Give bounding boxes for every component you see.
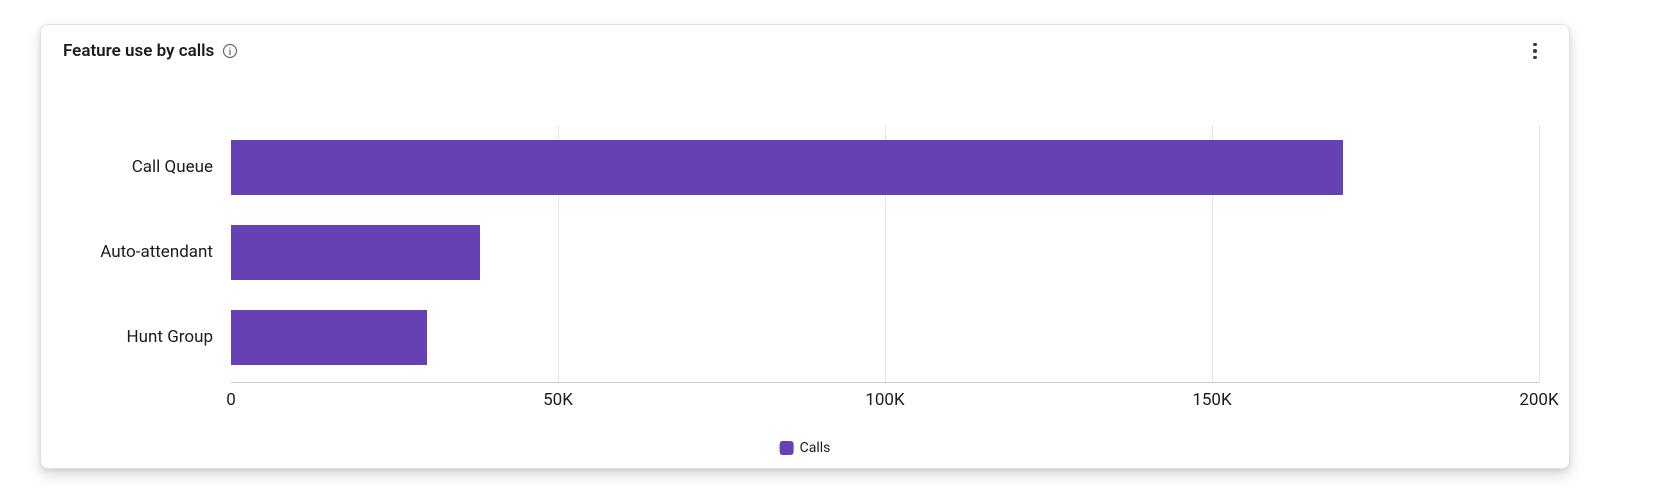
chart-card: Feature use by calls 0 50K 100K 150K 200K Cal… (40, 24, 1570, 469)
x-axis-tick: 0 (226, 390, 236, 410)
card-header: Feature use by calls (63, 39, 1547, 63)
info-icon[interactable] (222, 43, 238, 59)
legend-label: Calls (800, 440, 831, 456)
bar (231, 225, 480, 280)
legend-swatch (780, 441, 794, 455)
y-axis-label: Call Queue (132, 140, 213, 195)
x-axis-tick: 200K (1519, 390, 1558, 410)
bar-row: Call Queue (231, 140, 1539, 195)
x-axis-tick: 100K (865, 390, 904, 410)
more-options-button[interactable] (1523, 39, 1547, 63)
bar-row: Hunt Group (231, 310, 1539, 365)
y-axis-label: Hunt Group (127, 310, 213, 365)
x-axis-tick: 150K (1192, 390, 1231, 410)
y-axis-label: Auto-attendant (100, 225, 213, 280)
chart-legend: Calls (780, 440, 831, 456)
card-title: Feature use by calls (63, 41, 214, 61)
bar (231, 140, 1343, 195)
vertical-dots-icon (1533, 43, 1537, 60)
bar (231, 310, 427, 365)
bar-row: Auto-attendant (231, 225, 1539, 280)
x-axis-tick: 50K (543, 390, 573, 410)
chart-plot-area: 050K100K150K200KCall QueueAuto-attendant… (231, 125, 1539, 383)
grid-line (1539, 125, 1540, 382)
